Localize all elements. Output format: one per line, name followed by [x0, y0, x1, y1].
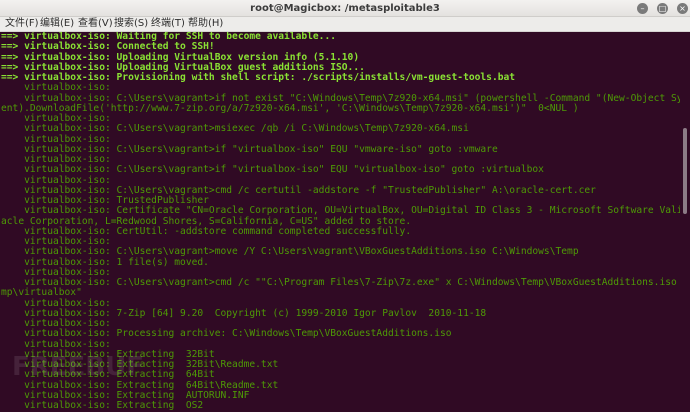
terminal-line: virtualbox-iso:	[1, 82, 111, 94]
menu-view[interactable]: 查看(V)	[78, 17, 113, 31]
title-bar[interactable]: root@Magicbox: /metasploitable3 – □ ×	[0, 0, 690, 17]
scrollbar[interactable]	[680, 32, 690, 412]
window-title: root@Magicbox: /metasploitable3	[250, 3, 440, 14]
menu-search[interactable]: 搜索(S)	[114, 17, 148, 31]
menu-help[interactable]: 帮助(H)	[188, 17, 223, 31]
terminal-line: virtualbox-iso: C:\Users\vagrant>if "vir…	[1, 164, 544, 176]
terminal-line: virtualbox-iso: Processing archive: C:\W…	[1, 328, 452, 340]
minimize-button[interactable]: –	[637, 3, 648, 14]
menu-bar: 文件(F) 编辑(E) 查看(V) 搜索(S) 终端(T) 帮助(H)	[0, 17, 690, 32]
terminal-window: root@Magicbox: /metasploitable3 – □ × 文件…	[0, 0, 690, 412]
watermark-logo: FREEBUF	[12, 352, 144, 382]
maximize-button[interactable]: □	[657, 3, 668, 14]
scrollbar-thumb[interactable]	[683, 128, 687, 214]
terminal-line: mp\virtualbox"	[1, 287, 82, 299]
close-button[interactable]: ×	[677, 3, 688, 14]
terminal-line: virtualbox-iso: C:\Users\vagrant>msiexec…	[1, 123, 469, 135]
menu-file[interactable]: 文件(F)	[5, 17, 39, 31]
menu-edit[interactable]: 编辑(E)	[40, 17, 74, 31]
terminal-line: ==> virtualbox-iso: Connected to SSH!	[1, 41, 215, 53]
menu-terminal[interactable]: 终端(T)	[151, 17, 185, 31]
terminal-line: virtualbox-iso: Extracting OS2	[1, 400, 204, 411]
terminal-line: virtualbox-iso: C:\Users\vagrant>move /Y…	[1, 246, 579, 258]
terminal-line: virtualbox-iso: C:\Users\vagrant>cmd /c …	[24, 277, 677, 288]
terminal-line: virtualbox-iso: Certificate "CN=Oracle C…	[24, 205, 680, 217]
